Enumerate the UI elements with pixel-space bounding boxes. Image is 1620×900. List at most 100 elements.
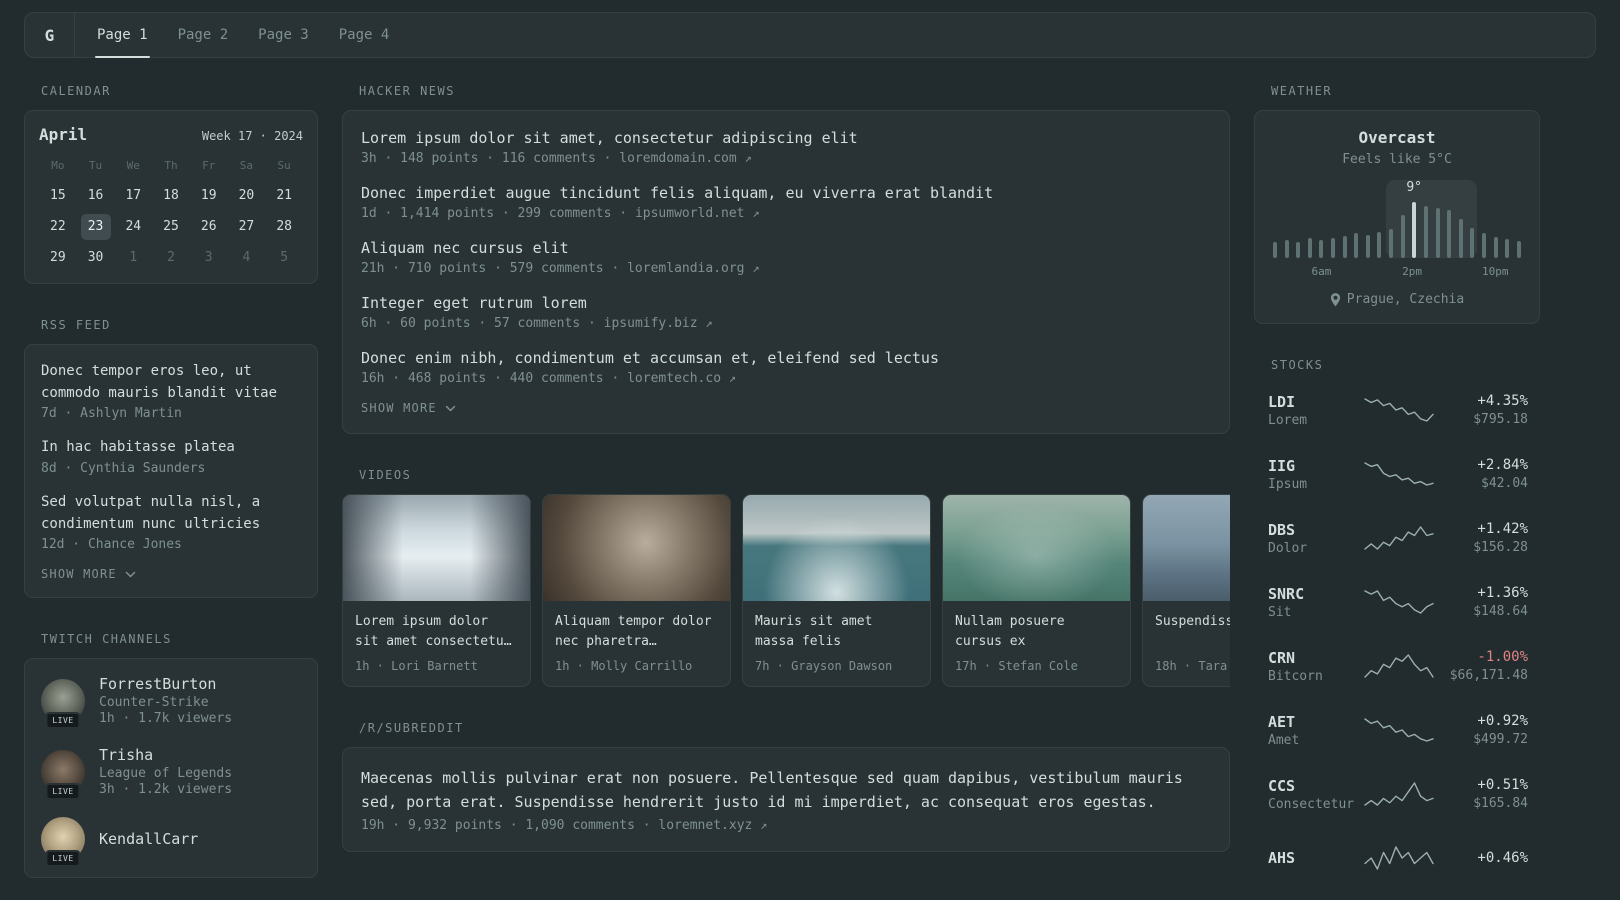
calendar-day[interactable]: 24 [118,214,148,240]
rss-item: Donec tempor eros leo, ut commodo mauris… [41,361,301,421]
channel-name[interactable]: KendallCarr [99,830,198,848]
hn-item-domain-link[interactable]: ipsumify.biz ↗ [604,316,713,331]
stock-row[interactable]: SNRC Sit +1.36% $148.64 [1268,578,1528,626]
video-card[interactable]: Aliquam tempor dolor nec pharetra… 1h · M… [542,494,731,687]
tab-page-4[interactable]: Page 4 [337,13,392,57]
video-thumbnail [1143,495,1230,601]
stock-row[interactable]: LDI Lorem +4.35% $795.18 [1268,386,1528,434]
calendar-day[interactable]: 29 [43,245,73,271]
hn-item-title[interactable]: Donec imperdiet augue tincidunt felis al… [361,184,1211,202]
stock-row[interactable]: CCS Consectetur +0.51% $165.84 [1268,770,1528,818]
channel-info: KendallCarr [99,830,198,848]
page-tabs: Page 1 Page 2 Page 3 Page 4 [95,13,417,58]
rss-card: Donec tempor eros leo, ut commodo mauris… [24,344,318,599]
stock-change: -1.00% [1477,649,1528,665]
calendar-day[interactable]: 26 [194,214,224,240]
video-title[interactable]: Aliquam tempor dolor nec pharetra… [555,612,718,651]
video-meta: 1h · Molly Carrillo [555,659,693,673]
hn-item-title[interactable]: Integer eget rutrum lorem [361,294,1211,312]
calendar-day[interactable]: 22 [43,214,73,240]
hn-item-domain-link[interactable]: loremdomain.com ↗ [619,151,751,166]
sparkline-chart [1364,718,1434,742]
calendar-day[interactable]: 25 [156,214,186,240]
calendar-day[interactable]: 5 [269,245,299,271]
weather-location-row[interactable]: Prague, Czechia [1271,292,1523,307]
tab-page-3[interactable]: Page 3 [256,13,311,57]
video-title[interactable]: Mauris sit amet massa felis [755,612,918,651]
calendar-day[interactable]: 16 [81,183,111,209]
video-title[interactable]: Nullam posuere cursus ex [955,612,1118,651]
rss-item-title[interactable]: Sed volutpat nulla nisl, a condimentum n… [41,492,301,535]
hackernews-show-more-button[interactable]: SHOW MORE [361,401,1211,415]
stock-info: SNRC Sit [1268,585,1360,620]
weather-bar [1296,242,1301,258]
video-card[interactable]: Suspendisse diam 18h · Tara [1142,494,1230,687]
calendar-day[interactable]: 18 [156,183,186,209]
video-thumbnail [943,495,1130,601]
tab-page-2[interactable]: Page 2 [176,13,231,57]
weather-bar [1307,238,1312,258]
rss-show-more-button[interactable]: SHOW MORE [41,567,301,581]
weather-bar [1284,240,1289,258]
hackernews-widget: HACKER NEWS Lorem ipsum dolor sit amet, … [342,84,1230,434]
video-title[interactable]: Lorem ipsum dolor sit amet consectetu… [355,612,518,651]
hn-item-title[interactable]: Donec enim nibh, condimentum et accumsan… [361,349,1211,367]
hn-item-title[interactable]: Aliquam nec cursus elit [361,239,1211,257]
stock-change: +0.92% [1477,713,1528,729]
calendar-day[interactable]: 20 [231,183,261,209]
video-card[interactable]: Mauris sit amet massa felis 7h · Grayson … [742,494,931,687]
stock-row[interactable]: IIG Ipsum +2.84% $42.04 [1268,450,1528,498]
channel-name[interactable]: Trisha [99,746,232,764]
post-title[interactable]: Maecenas mollis pulvinar erat non posuer… [361,766,1211,814]
calendar-day[interactable]: 3 [194,245,224,271]
hn-item-domain-link[interactable]: ipsumworld.net ↗ [635,206,760,221]
calendar-day[interactable]: 23 [80,214,111,240]
channel-avatar: LIVE [41,749,85,800]
stock-ticker: SNRC [1268,584,1305,603]
hn-item-domain-link[interactable]: loremtech.co ↗ [627,371,736,386]
weather-bar [1273,242,1277,258]
stock-name: Consectetur [1268,796,1355,812]
rss-widget: RSS FEED Donec tempor eros leo, ut commo… [24,318,318,599]
video-card[interactable]: Lorem ipsum dolor sit amet consectetu… 1h… [342,494,531,687]
stocks-list: LDI Lorem +4.35% $795.18 IIG Ipsum +2.84% $42.0… [1254,384,1540,882]
stock-row[interactable]: CRN Bitcorn -1.00% $66,171.48 [1268,642,1528,690]
stock-row[interactable]: DBS Dolor +1.42% $156.28 [1268,514,1528,562]
rss-item-title[interactable]: Donec tempor eros leo, ut commodo mauris… [41,361,301,404]
stock-price: $165.84 [1473,796,1528,811]
stock-info: LDI Lorem [1268,393,1360,428]
video-title[interactable]: Suspendisse diam [1155,612,1230,651]
channel-name[interactable]: ForrestBurton [99,675,232,693]
calendar-day[interactable]: 21 [269,183,299,209]
twitch-channel[interactable]: LIVE ForrestBurton Counter-Strike 1h · 1.7k… [41,675,301,729]
twitch-section-title: TWITCH CHANNELS [41,632,172,647]
video-meta: 17h · Stefan Cole [955,659,1078,673]
post-domain-link[interactable]: loremnet.xyz ↗ [658,818,767,833]
stock-row[interactable]: AHS +0.46% [1268,834,1528,882]
calendar-day[interactable]: 30 [81,245,111,271]
stock-row[interactable]: AET Amet +0.92% $499.72 [1268,706,1528,754]
calendar-day[interactable]: 4 [231,245,261,271]
calendar-day[interactable]: 1 [118,245,148,271]
rss-item: In hac habitasse platea 8d · Cynthia Saun… [41,437,301,476]
tab-page-1[interactable]: Page 1 [95,13,150,58]
twitch-channel[interactable]: LIVE Trisha League of Legends 3h · 1.2k vie… [41,746,301,800]
stock-sparkline [1360,589,1438,615]
calendar-day[interactable]: 2 [156,245,186,271]
calendar-day[interactable]: 17 [118,183,148,209]
calendar-day[interactable]: 15 [43,183,73,209]
twitch-channel[interactable]: LIVE KendallCarr [41,817,301,868]
calendar-day[interactable]: 28 [269,214,299,240]
calendar-day[interactable]: 27 [231,214,261,240]
app-logo[interactable]: G [25,13,75,57]
stock-sparkline [1360,781,1438,807]
video-card[interactable]: Nullam posuere cursus ex 17h · Stefan Col… [942,494,1131,687]
calendar-day[interactable]: 19 [194,183,224,209]
sparkline-chart [1364,846,1434,870]
weather-bar [1481,233,1486,258]
rss-item-title[interactable]: In hac habitasse platea [41,437,301,459]
hn-item-title[interactable]: Lorem ipsum dolor sit amet, consectetur … [361,129,1211,147]
weather-hour-label: 10pm [1482,265,1509,278]
hn-item-domain-link[interactable]: loremlandia.org ↗ [627,261,759,276]
twitch-card: LIVE ForrestBurton Counter-Strike 1h · 1.7k… [24,658,318,879]
